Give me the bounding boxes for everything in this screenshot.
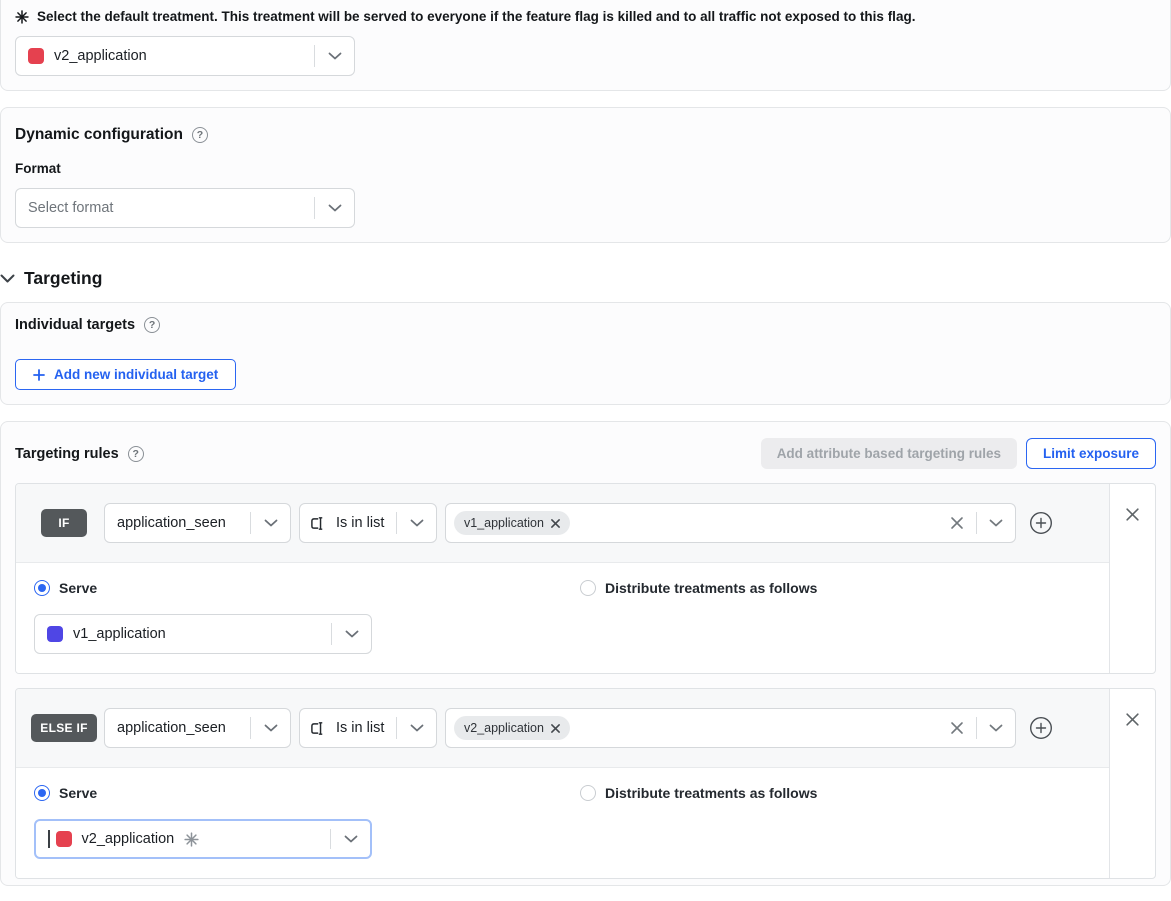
add-individual-target-button[interactable]: Add new individual target bbox=[15, 359, 236, 390]
rule-side-column bbox=[1109, 689, 1155, 878]
treatment-color-swatch bbox=[28, 48, 44, 64]
plus-icon bbox=[33, 369, 45, 381]
rule-condition-row: ELSE IF application_seen Is in list bbox=[16, 689, 1109, 768]
text-caret bbox=[48, 830, 50, 848]
rule-serve-section: Serve Distribute treatments as follows v… bbox=[16, 563, 1109, 673]
targeting-rule: IF application_seen Is in list bbox=[15, 483, 1156, 674]
individual-targets-card: Individual targets ? Add new individual … bbox=[0, 302, 1171, 405]
chevron-down-icon[interactable] bbox=[251, 709, 290, 747]
chevron-down-icon[interactable] bbox=[977, 709, 1015, 747]
attribute-value: application_seen bbox=[117, 720, 226, 736]
serve-treatment-select[interactable]: v1_application bbox=[34, 614, 372, 654]
chip-remove-icon[interactable] bbox=[551, 724, 560, 733]
distribute-radio-option[interactable]: Distribute treatments as follows bbox=[580, 580, 817, 596]
targeting-rules-title: Targeting rules bbox=[15, 446, 119, 462]
value-chip-label: v1_application bbox=[464, 516, 544, 530]
string-type-icon bbox=[310, 516, 329, 531]
chevron-down-icon[interactable] bbox=[397, 709, 436, 747]
default-treatment-select[interactable]: v2_application bbox=[15, 36, 355, 76]
string-type-icon bbox=[310, 721, 329, 736]
add-condition-icon[interactable] bbox=[1029, 716, 1053, 740]
format-select[interactable]: Select format bbox=[15, 188, 355, 228]
individual-targets-title: Individual targets bbox=[15, 317, 135, 333]
add-attribute-rules-button[interactable]: Add attribute based targeting rules bbox=[761, 438, 1017, 469]
help-icon[interactable]: ? bbox=[192, 127, 208, 143]
attribute-value: application_seen bbox=[117, 515, 226, 531]
clear-values-icon[interactable] bbox=[938, 504, 976, 542]
rule-side-column bbox=[1109, 484, 1155, 673]
targeting-section-title: Targeting bbox=[24, 268, 102, 289]
serve-treatment-value: v1_application bbox=[73, 626, 166, 642]
attribute-select[interactable]: application_seen bbox=[104, 503, 291, 543]
limit-exposure-button[interactable]: Limit exposure bbox=[1026, 438, 1156, 469]
format-label: Format bbox=[15, 161, 1156, 176]
value-list-input[interactable]: v1_application bbox=[445, 503, 1016, 543]
default-treatment-asterisk-icon bbox=[15, 10, 29, 24]
serve-treatment-value: v2_application bbox=[82, 831, 175, 847]
serve-treatment-select[interactable]: v2_application bbox=[34, 819, 372, 859]
treatment-color-swatch bbox=[47, 626, 63, 642]
rule-if-badge: IF bbox=[41, 509, 86, 537]
add-individual-target-label: Add new individual target bbox=[54, 367, 218, 382]
matcher-value: Is in list bbox=[336, 720, 384, 736]
default-treatment-card: Select the default treatment. This treat… bbox=[0, 0, 1171, 91]
default-treatment-value: v2_application bbox=[54, 48, 147, 64]
help-icon[interactable]: ? bbox=[144, 317, 160, 333]
radio-selected-icon[interactable] bbox=[34, 580, 50, 596]
matcher-select[interactable]: Is in list bbox=[299, 708, 437, 748]
add-condition-icon[interactable] bbox=[1029, 511, 1053, 535]
default-treatment-asterisk-icon bbox=[184, 832, 199, 847]
dynamic-configuration-title: Dynamic configuration bbox=[15, 126, 183, 144]
matcher-select[interactable]: Is in list bbox=[299, 503, 437, 543]
format-placeholder: Select format bbox=[28, 200, 113, 216]
chip-remove-icon[interactable] bbox=[551, 519, 560, 528]
targeting-rule: ELSE IF application_seen Is in list bbox=[15, 688, 1156, 879]
rule-serve-section: Serve Distribute treatments as follows v… bbox=[16, 768, 1109, 878]
treatment-color-swatch bbox=[56, 831, 72, 847]
clear-values-icon[interactable] bbox=[938, 709, 976, 747]
attribute-select[interactable]: application_seen bbox=[104, 708, 291, 748]
chevron-down-icon bbox=[0, 274, 15, 283]
rule-condition-row: IF application_seen Is in list bbox=[16, 484, 1109, 563]
distribute-radio-option[interactable]: Distribute treatments as follows bbox=[580, 785, 817, 801]
remove-rule-icon[interactable] bbox=[1123, 710, 1142, 732]
default-treatment-note-row: Select the default treatment. This treat… bbox=[15, 9, 1156, 24]
value-chip-label: v2_application bbox=[464, 721, 544, 735]
serve-radio-label: Serve bbox=[59, 785, 97, 801]
serve-radio-label: Serve bbox=[59, 580, 97, 596]
targeting-section-toggle[interactable]: Targeting bbox=[0, 268, 1171, 289]
chevron-down-icon[interactable] bbox=[397, 504, 436, 542]
serve-radio-option[interactable]: Serve bbox=[34, 785, 580, 801]
chevron-down-icon[interactable] bbox=[332, 615, 371, 653]
radio-unselected-icon[interactable] bbox=[580, 785, 596, 801]
help-icon[interactable]: ? bbox=[128, 446, 144, 462]
chevron-down-icon[interactable] bbox=[251, 504, 290, 542]
serve-radio-option[interactable]: Serve bbox=[34, 580, 580, 596]
value-list-input[interactable]: v2_application bbox=[445, 708, 1016, 748]
chevron-down-icon[interactable] bbox=[315, 189, 354, 227]
chevron-down-icon[interactable] bbox=[315, 37, 354, 75]
chevron-down-icon[interactable] bbox=[977, 504, 1015, 542]
remove-rule-icon[interactable] bbox=[1123, 505, 1142, 527]
default-treatment-note: Select the default treatment. This treat… bbox=[37, 9, 915, 24]
value-chip[interactable]: v2_application bbox=[454, 716, 570, 740]
dynamic-configuration-card: Dynamic configuration ? Format Select fo… bbox=[0, 107, 1171, 243]
matcher-value: Is in list bbox=[336, 515, 384, 531]
rule-elseif-badge: ELSE IF bbox=[31, 714, 96, 742]
distribute-radio-label: Distribute treatments as follows bbox=[605, 785, 817, 801]
chevron-down-icon[interactable] bbox=[331, 821, 370, 857]
targeting-rules-card: Targeting rules ? Add attribute based ta… bbox=[0, 421, 1171, 886]
distribute-radio-label: Distribute treatments as follows bbox=[605, 580, 817, 596]
value-chip[interactable]: v1_application bbox=[454, 511, 570, 535]
radio-selected-icon[interactable] bbox=[34, 785, 50, 801]
radio-unselected-icon[interactable] bbox=[580, 580, 596, 596]
